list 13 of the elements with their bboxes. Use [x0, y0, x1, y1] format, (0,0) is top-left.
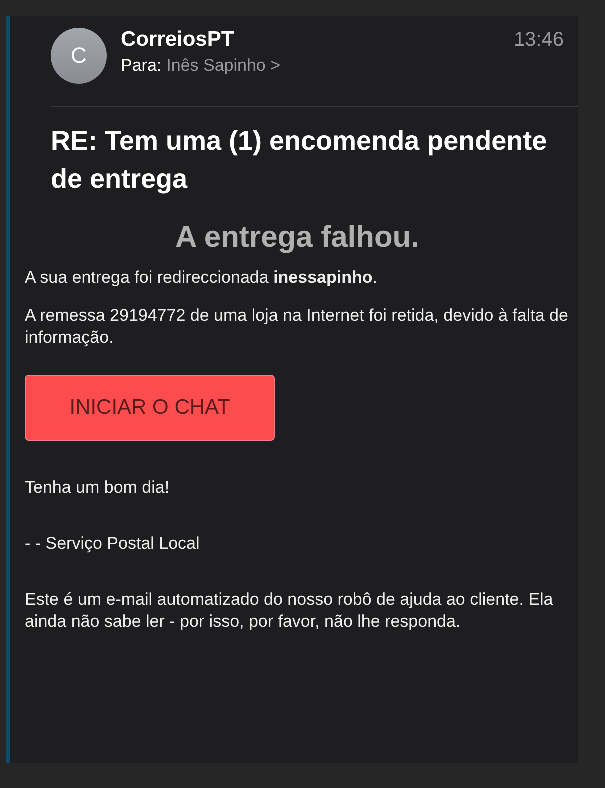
body-paragraph: Este é um e-mail automatizado do nosso robô de ajuda ao cliente. Ela ainda não sabe ler - por isso, por favor, não lhe responda. — [25, 589, 554, 634]
message-time: 13:46 — [514, 29, 564, 52]
body-paragraph: Tenha um bom dia! — [25, 476, 171, 499]
email-heading: A entrega falhou. — [174, 220, 420, 255]
recipient-link[interactable]: Inês Sapinho > — [166, 56, 281, 75]
body-paragraph: A sua entrega foi redireccionada inessapinho. — [25, 266, 378, 289]
start-chat-button[interactable]: INICIAR O CHAT — [25, 374, 275, 441]
email-subject: RE: Tem uma (1) encomenda pendente de entrega — [51, 125, 548, 196]
to-label: Para: — [121, 56, 162, 75]
body-paragraph: A remessa 29194772 de uma loja na Internet foi retida, devido à falta de informação. — [25, 304, 570, 349]
sender-avatar: C — [51, 28, 107, 84]
sender-name: CorreiosPT — [121, 28, 234, 52]
body-paragraph: - - Serviço Postal Local — [25, 532, 201, 555]
